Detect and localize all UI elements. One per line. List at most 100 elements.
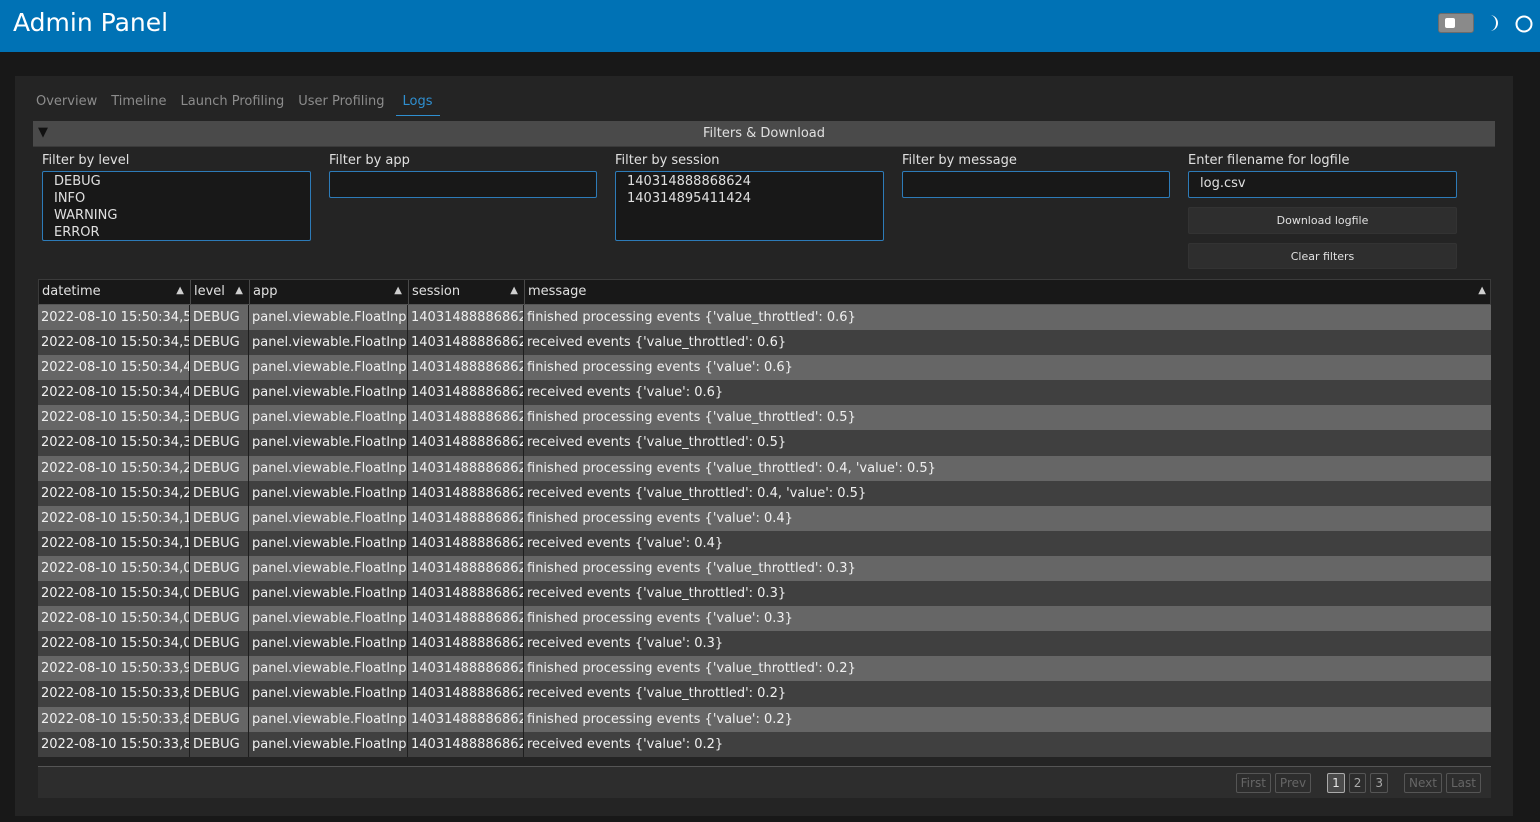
filter-level-select[interactable]: DEBUG INFO WARNING ERROR (42, 171, 311, 241)
table-cell-app: panel.viewable.FloatInput (249, 681, 408, 707)
sort-asc-icon[interactable]: ▲ (1478, 285, 1486, 296)
first-page-button[interactable]: First (1235, 773, 1271, 793)
level-option[interactable]: INFO (43, 190, 310, 207)
table-cell-datetime: 2022-08-10 15:50:34,000 (38, 631, 190, 657)
table-row[interactable]: 2022-08-10 15:50:33,815DEBUGpanel.viewab… (38, 731, 1491, 757)
app-title: Admin Panel (13, 8, 169, 37)
table-row[interactable]: 2022-08-10 15:50:33,893DEBUGpanel.viewab… (38, 681, 1491, 707)
filter-message-input[interactable] (902, 171, 1170, 198)
column-header-level[interactable]: level ▲ (191, 280, 250, 305)
level-option[interactable]: DEBUG (43, 173, 310, 190)
tab-user-profiling[interactable]: User Profiling (295, 90, 387, 116)
table-row[interactable]: 2022-08-10 15:50:34,533DEBUGpanel.viewab… (38, 330, 1491, 356)
last-page-button[interactable]: Last (1446, 773, 1481, 793)
table-cell-message: finished processing events {'value_throt… (527, 460, 936, 476)
table-row[interactable]: 2022-08-10 15:50:34,541DEBUGpanel.viewab… (38, 305, 1491, 331)
table-row[interactable]: 2022-08-10 15:50:34,087DEBUGpanel.viewab… (38, 555, 1491, 582)
table-row[interactable]: 2022-08-10 15:50:34,239DEBUGpanel.viewab… (38, 480, 1491, 506)
table-cell-session: 140314888868624 (408, 530, 524, 556)
moon-icon[interactable] (1485, 14, 1503, 32)
table-cell-app: panel.viewable.FloatInput (249, 656, 408, 682)
table-header: datetime ▲ level ▲ app ▲ session ▲ message ▲ (38, 279, 1491, 305)
table-cell-datetime: 2022-08-10 15:50:33,815 (38, 731, 190, 757)
filter-session-select[interactable]: 140314888868624 140314895411424 (615, 171, 884, 241)
table-row[interactable]: 2022-08-10 15:50:33,900DEBUGpanel.viewab… (38, 656, 1491, 682)
table-row[interactable]: 2022-08-10 15:50:33,823DEBUGpanel.viewab… (38, 706, 1491, 732)
tab-overview[interactable]: Overview (33, 90, 100, 116)
session-option[interactable]: 140314888868624 (616, 173, 883, 190)
filter-app-input[interactable] (329, 171, 597, 198)
table-cell-app: panel.viewable.FloatInput (249, 706, 408, 732)
circle-icon[interactable] (1514, 14, 1534, 34)
table-row[interactable]: 2022-08-10 15:50:34,462DEBUGpanel.viewab… (38, 355, 1491, 381)
table-row[interactable]: 2022-08-10 15:50:34,457DEBUGpanel.viewab… (38, 380, 1491, 406)
table-cell-datetime: 2022-08-10 15:50:34,375 (38, 430, 190, 456)
table-cell-app: panel.viewable.FloatInput (249, 430, 408, 456)
theme-toggle[interactable] (1438, 13, 1474, 33)
sort-asc-icon[interactable]: ▲ (235, 285, 243, 296)
table-cell-message: finished processing events {'value_throt… (527, 310, 856, 325)
column-header-label: datetime (42, 284, 101, 299)
table-cell-session: 140314888868624 (408, 455, 524, 481)
table-row[interactable]: 2022-08-10 15:50:34,379DEBUGpanel.viewab… (38, 405, 1491, 431)
filters-section-title: Filters & Download (703, 126, 825, 141)
table-row[interactable]: 2022-08-10 15:50:34,000DEBUGpanel.viewab… (38, 631, 1491, 657)
table-cell-datetime: 2022-08-10 15:50:34,457 (38, 380, 190, 406)
column-header-label: level (194, 284, 225, 299)
table-row[interactable]: 2022-08-10 15:50:34,146DEBUGpanel.viewab… (38, 530, 1491, 556)
table-cell-message: finished processing events {'value_throt… (527, 410, 856, 426)
log-table: datetime ▲ level ▲ app ▲ session ▲ message ▲ 2022… (38, 279, 1491, 757)
table-cell-message: finished processing events {'value_throt… (527, 560, 856, 576)
session-option[interactable]: 140314895411424 (616, 190, 883, 207)
table-cell-message: received events {'value_throttled': 0.5} (527, 435, 787, 451)
table-cell-message: received events {'value_throttled': 0.6} (527, 335, 787, 351)
sort-asc-icon[interactable]: ▲ (394, 285, 402, 296)
table-cell-message: received events {'value_throttled': 0.4,… (527, 485, 867, 501)
table-cell-message: received events {'value_throttled': 0.2} (527, 686, 787, 702)
table-cell-level: DEBUG (190, 405, 249, 431)
table-row[interactable]: 2022-08-10 15:50:34,080DEBUGpanel.viewab… (38, 581, 1491, 607)
download-logfile-button[interactable]: Download logfile (1188, 207, 1457, 234)
filters-section-header[interactable]: ▼ Filters & Download (33, 121, 1495, 147)
tab-timeline[interactable]: Timeline (108, 90, 169, 116)
column-header-message[interactable]: message ▲ (525, 280, 1492, 305)
table-row[interactable]: 2022-08-10 15:50:34,008DEBUGpanel.viewab… (38, 606, 1491, 632)
prev-page-button[interactable]: Prev (1274, 773, 1312, 793)
filename-input[interactable]: log.csv (1188, 171, 1457, 198)
sort-asc-icon[interactable]: ▲ (510, 285, 518, 296)
table-cell-datetime: 2022-08-10 15:50:34,080 (38, 581, 190, 607)
table-cell-datetime: 2022-08-10 15:50:33,893 (38, 681, 190, 707)
table-cell-level: DEBUG (190, 380, 249, 406)
table-cell-datetime: 2022-08-10 15:50:33,900 (38, 656, 190, 682)
level-option[interactable]: WARNING (43, 207, 310, 224)
page-button-2[interactable]: 2 (1348, 773, 1367, 793)
level-option[interactable]: ERROR (43, 224, 310, 241)
table-cell-session: 140314888868624 (408, 681, 524, 707)
main-content: Overview Timeline Launch Profiling User Pro… (15, 76, 1513, 816)
page-button-1[interactable]: 1 (1327, 773, 1345, 793)
next-page-button[interactable]: Next (1404, 773, 1442, 793)
table-cell-session: 140314888868624 (408, 606, 524, 632)
table-cell-level: DEBUG (190, 430, 249, 456)
column-header-label: message (528, 284, 587, 299)
table-cell-level: DEBUG (190, 631, 249, 657)
table-cell-level: DEBUG (190, 706, 249, 732)
table-row[interactable]: 2022-08-10 15:50:34,375DEBUGpanel.viewab… (38, 430, 1491, 456)
column-header-session[interactable]: session ▲ (409, 280, 525, 305)
table-row[interactable]: 2022-08-10 15:50:34,153DEBUGpanel.viewab… (38, 505, 1491, 531)
filename-value: log.csv (1200, 176, 1246, 191)
table-row[interactable]: 2022-08-10 15:50:34,245DEBUGpanel.viewab… (38, 455, 1491, 481)
column-header-datetime[interactable]: datetime ▲ (39, 280, 191, 305)
sort-asc-icon[interactable]: ▲ (176, 285, 184, 296)
column-header-app[interactable]: app ▲ (250, 280, 409, 305)
page-button-3[interactable]: 3 (1370, 773, 1389, 793)
tab-launch-profiling[interactable]: Launch Profiling (178, 90, 288, 116)
table-cell-app: panel.viewable.FloatInput (249, 330, 408, 356)
clear-filters-button[interactable]: Clear filters (1188, 243, 1457, 269)
table-body: 2022-08-10 15:50:34,541DEBUGpanel.viewab… (38, 305, 1491, 757)
tab-logs[interactable]: Logs (395, 90, 440, 116)
column-header-label: app (253, 284, 278, 299)
table-cell-message: received events {'value': 0.2} (527, 736, 724, 752)
table-cell-app: panel.viewable.FloatInput (249, 530, 408, 556)
app-header: Admin Panel (0, 0, 1540, 52)
